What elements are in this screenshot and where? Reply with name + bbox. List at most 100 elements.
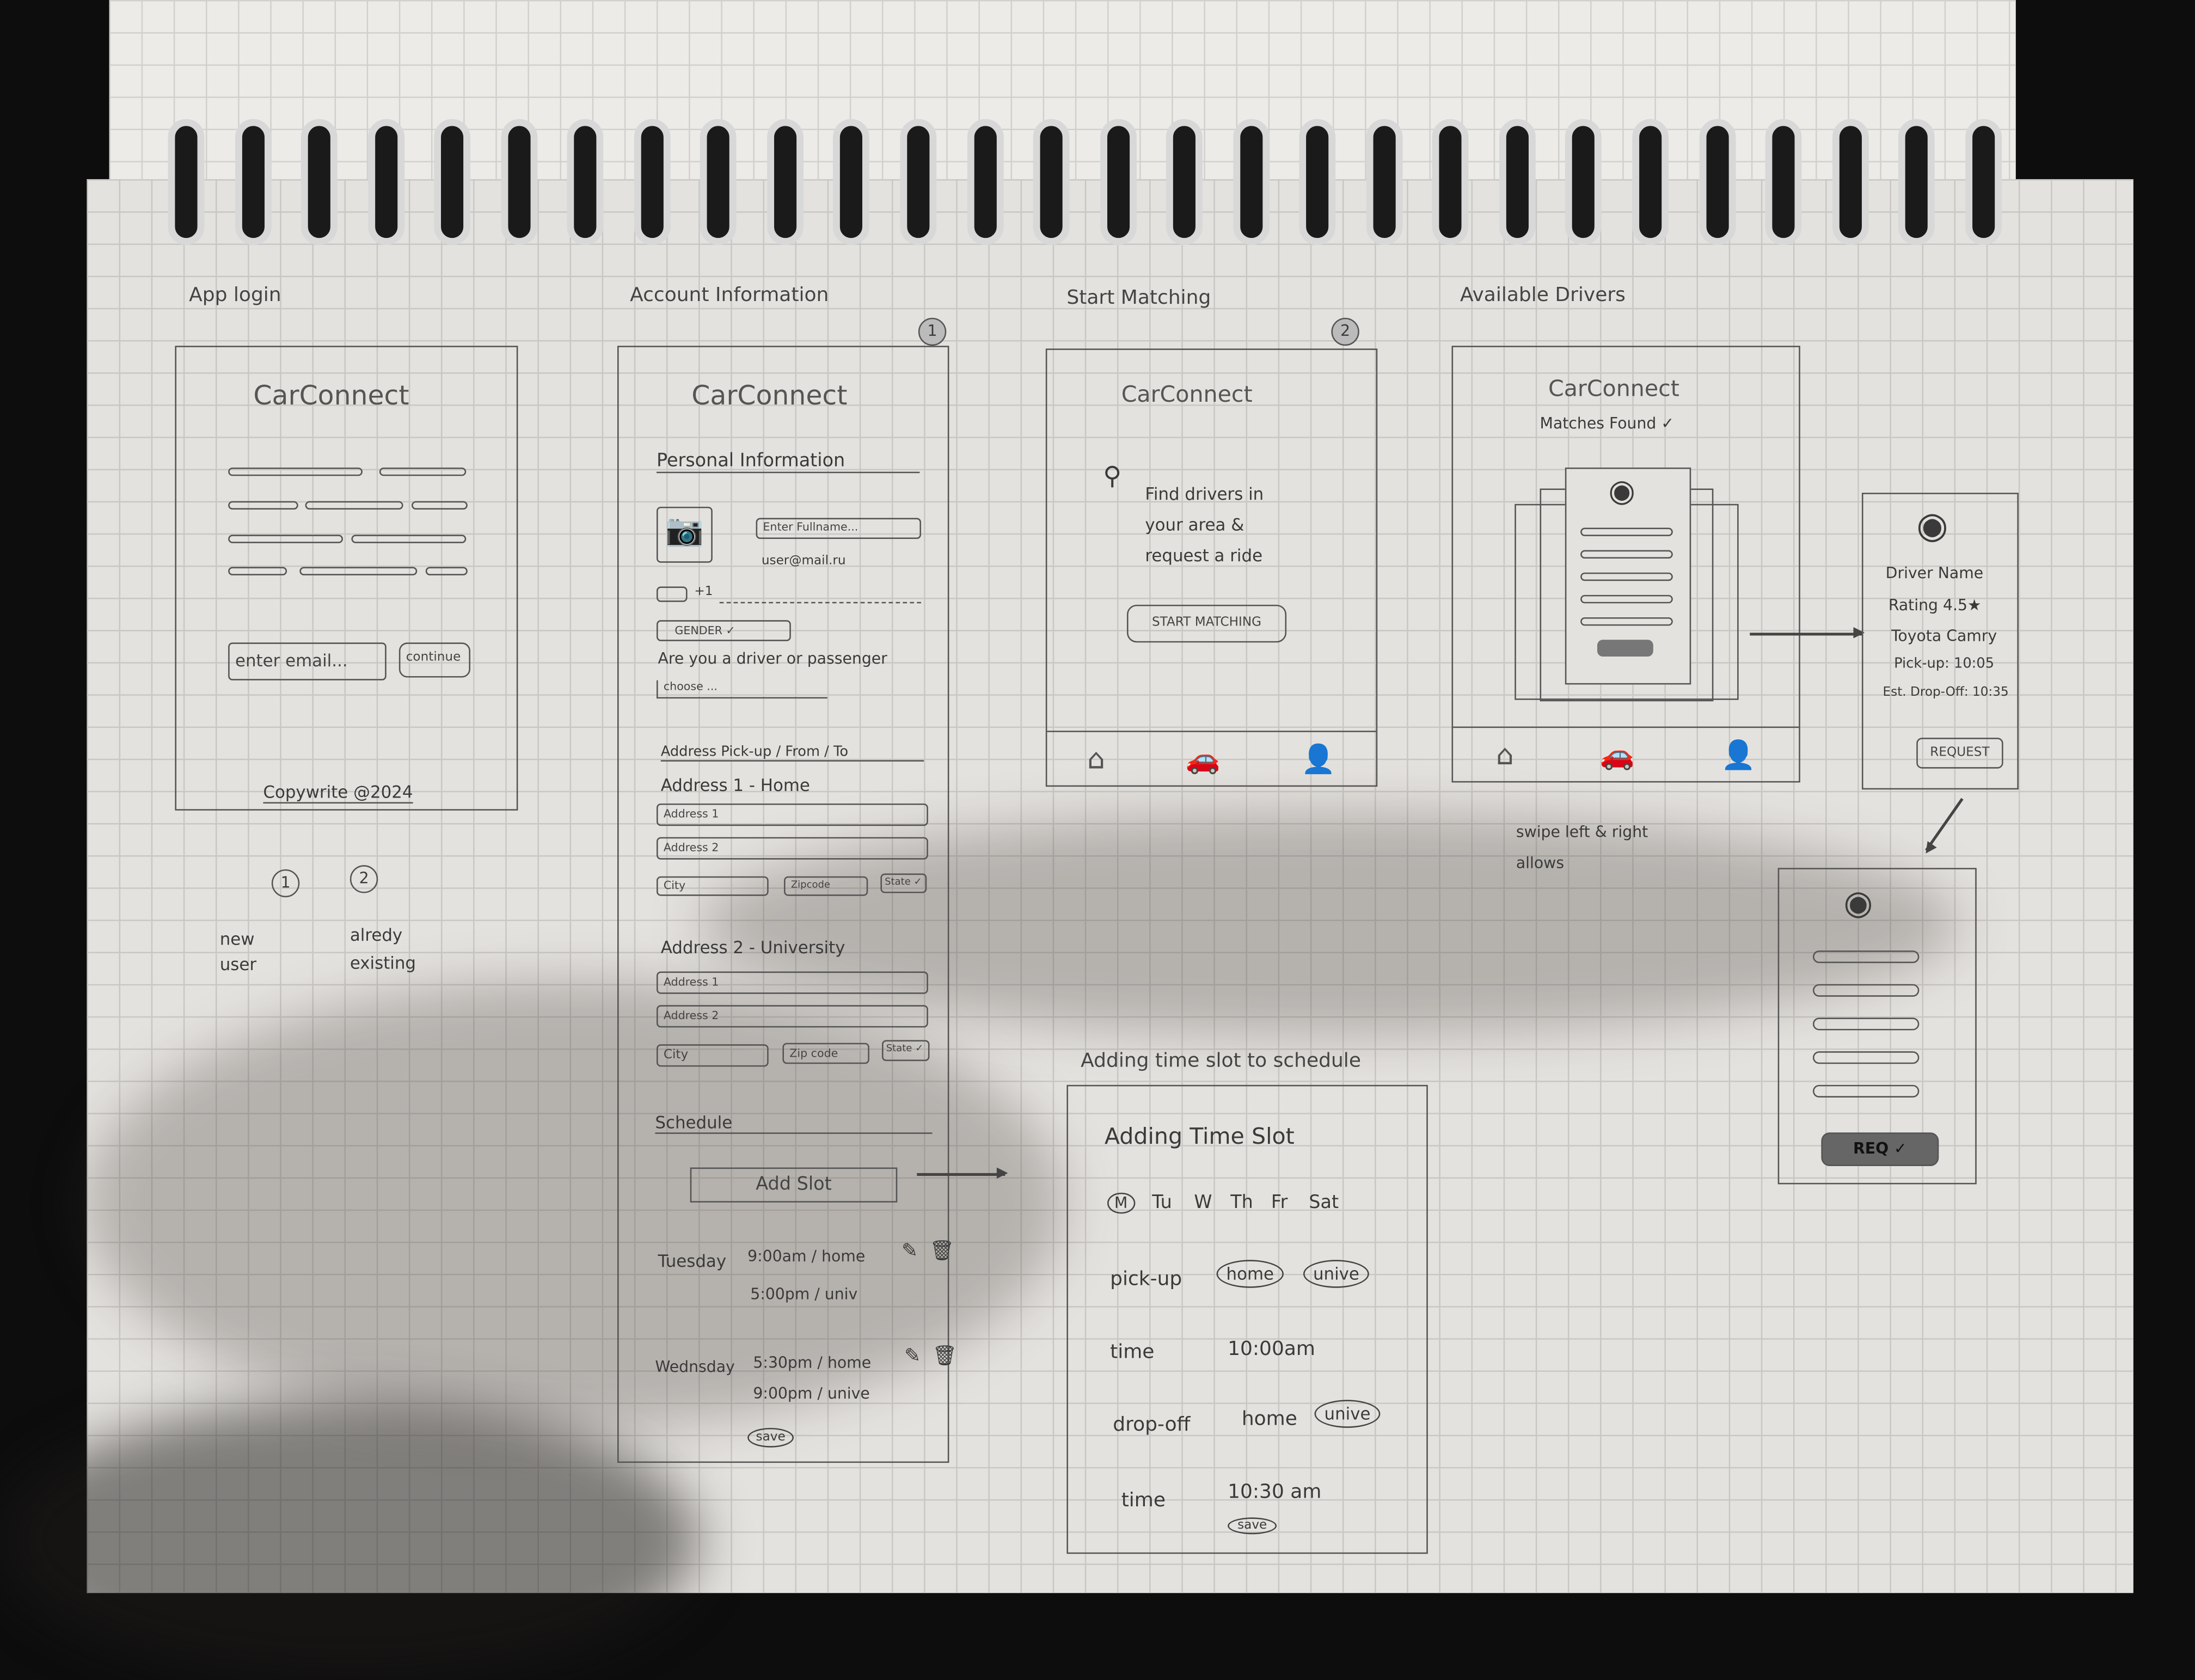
available-drivers-label: Available Drivers xyxy=(1460,284,1626,307)
car-icon[interactable]: 🚗 xyxy=(1186,742,1221,776)
address-2-line2-input[interactable]: Address 2 xyxy=(656,1005,928,1028)
dropoff-home-option[interactable]: home xyxy=(1242,1408,1297,1431)
address-2-zip-input[interactable]: Zip code xyxy=(782,1043,869,1064)
start-matching-label: Start Matching xyxy=(1066,287,1211,310)
available-drivers-screen: CarConnect Matches Found ✓ ◉ ⌂ 🚗 👤 xyxy=(1451,346,1800,783)
time-slot-label: Adding time slot to schedule xyxy=(1081,1050,1361,1072)
add-slot-button[interactable]: Add Slot xyxy=(690,1167,898,1203)
address-2-title: Address 2 - University xyxy=(660,937,845,958)
slot-dropoff: 5:00pm / univ xyxy=(750,1285,858,1303)
step-badge: 1 xyxy=(918,317,947,346)
continue-button[interactable]: continue xyxy=(398,642,470,678)
save-button[interactable]: save xyxy=(747,1427,794,1448)
day-saturday[interactable]: Sat xyxy=(1309,1193,1339,1214)
placeholder-line xyxy=(299,567,418,575)
brand-title: CarConnect xyxy=(253,381,409,412)
driver-name: Driver Name xyxy=(1885,564,1984,583)
pickup-home-option[interactable]: home xyxy=(1216,1260,1284,1288)
placeholder-line xyxy=(228,567,287,575)
swipe-note: swipe left & right allows xyxy=(1516,823,1648,872)
placeholder-line xyxy=(379,467,467,476)
matches-found: Matches Found ✓ xyxy=(1540,414,1675,433)
home-icon[interactable]: ⌂ xyxy=(1496,738,1514,771)
phone-prefix: +1 xyxy=(694,585,713,599)
address-1-state-select[interactable]: State ✓ xyxy=(880,873,927,893)
account-info-screen: CarConnect Personal Information 📷 Enter … xyxy=(617,346,957,1463)
shadow xyxy=(0,1400,700,1680)
placeholder-line xyxy=(228,501,298,510)
address-heading: Address Pick-up / From / To xyxy=(660,745,924,762)
day-monday[interactable]: M xyxy=(1107,1192,1135,1214)
edit-icon[interactable]: ✎ xyxy=(902,1240,918,1262)
bottom-nav: ⌂ 🚗 👤 xyxy=(1453,726,1799,781)
address-1-title: Address 1 - Home xyxy=(660,775,810,795)
driver-rating: Rating 4.5★ xyxy=(1888,596,1982,615)
role-question: Are you a driver or passenger xyxy=(658,649,887,668)
placeholder-line xyxy=(425,567,468,575)
day-wednesday[interactable]: W xyxy=(1194,1193,1212,1214)
address-1-zip-input[interactable]: Zipcode xyxy=(783,876,868,896)
photo-upload-camera-icon[interactable]: 📷 xyxy=(656,506,713,563)
annotation-badge-2: 2 xyxy=(350,865,378,893)
start-matching-button[interactable]: START MATCHING xyxy=(1126,604,1287,643)
pickup-time-value[interactable]: 10:00am xyxy=(1228,1338,1315,1360)
trash-icon[interactable]: 🗑 xyxy=(929,1240,954,1262)
car-icon[interactable]: 🚗 xyxy=(1600,738,1635,771)
bottom-nav: ⌂ 🚗 👤 xyxy=(1047,731,1376,785)
save-button[interactable]: save xyxy=(1228,1517,1277,1535)
address-1-line2-input[interactable]: Address 2 xyxy=(656,837,928,860)
slot-day: Wednsday xyxy=(655,1358,735,1376)
annotation-new-user: new user xyxy=(219,929,257,974)
address-1-city-input[interactable]: City xyxy=(656,876,769,896)
request-button[interactable] xyxy=(1597,640,1653,657)
pickup-unive-option[interactable]: unive xyxy=(1303,1260,1369,1288)
avatar-icon: ◉ xyxy=(1608,474,1635,510)
annotation-badge-1: 1 xyxy=(271,869,300,898)
address-1-line1-input[interactable]: Address 1 xyxy=(656,803,928,826)
placeholder-line xyxy=(351,535,467,543)
pickup-time: Pick-up: 10:05 xyxy=(1894,656,1995,672)
dropoff-unive-option[interactable]: unive xyxy=(1314,1400,1381,1428)
flow-arrow xyxy=(917,1169,1008,1178)
email-input[interactable]: enter email... xyxy=(228,642,387,680)
address-2-state-select[interactable]: State ✓ xyxy=(881,1040,930,1062)
time-slot-screen: Adding Time Slot M Tu W Th Fr Sat pick-u… xyxy=(1066,1084,1428,1554)
phone-input[interactable] xyxy=(719,602,921,604)
brand-title: CarConnect xyxy=(1548,375,1679,402)
request-sent-screen: ◉ REQ ✓ xyxy=(1777,868,1977,1185)
driver-car: Toyota Camry xyxy=(1891,627,1997,646)
placeholder-line xyxy=(411,501,468,510)
dropoff-time-value[interactable]: 10:30 am xyxy=(1228,1481,1321,1504)
avatar-icon: ◉ xyxy=(1916,505,1948,548)
trash-icon[interactable]: 🗑 xyxy=(933,1345,958,1368)
slot-day: Tuesday xyxy=(658,1251,727,1271)
gender-select[interactable]: GENDER ✓ xyxy=(656,620,791,641)
step-badge: 2 xyxy=(1331,317,1359,346)
fullname-input[interactable]: Enter Fullname... xyxy=(756,518,921,539)
edit-icon[interactable]: ✎ xyxy=(904,1345,921,1368)
address-2-line1-input[interactable]: Address 1 xyxy=(656,971,928,994)
requested-button[interactable]: REQ ✓ xyxy=(1821,1132,1939,1166)
driver-detail-screen: ◉ Driver Name Rating 4.5★ Toyota Camry P… xyxy=(1861,493,2019,790)
profile-icon[interactable]: 👤 xyxy=(1301,742,1336,776)
app-login-label: App login xyxy=(189,284,281,307)
copyright-footer: Copywrite @2024 xyxy=(263,782,413,804)
day-tuesday[interactable]: Tu xyxy=(1152,1193,1172,1214)
personal-info-heading: Personal Information xyxy=(656,451,920,474)
app-login-screen: CarConnect enter email... continue Copyw… xyxy=(175,346,518,811)
profile-icon[interactable]: 👤 xyxy=(1721,738,1756,771)
pickup-time-label: time xyxy=(1110,1341,1155,1364)
schedule-heading: Schedule xyxy=(655,1113,933,1134)
slot-pickup: 9:00am / home xyxy=(747,1247,866,1266)
day-thursday[interactable]: Th xyxy=(1230,1193,1253,1214)
request-button[interactable]: REQUEST xyxy=(1916,738,2003,769)
address-2-city-input[interactable]: City xyxy=(656,1044,769,1067)
placeholder-line xyxy=(228,535,343,543)
home-icon[interactable]: ⌂ xyxy=(1087,742,1105,776)
matching-message: Find drivers in your area & request a ri… xyxy=(1145,484,1264,566)
slot-dropoff: 9:00pm / unive xyxy=(753,1384,870,1403)
role-select[interactable]: choose ... xyxy=(656,680,827,699)
driver-card[interactable]: ◉ xyxy=(1565,467,1691,685)
start-matching-screen: CarConnect ⚲ Find drivers in your area &… xyxy=(1045,348,1378,787)
day-friday[interactable]: Fr xyxy=(1271,1193,1288,1214)
